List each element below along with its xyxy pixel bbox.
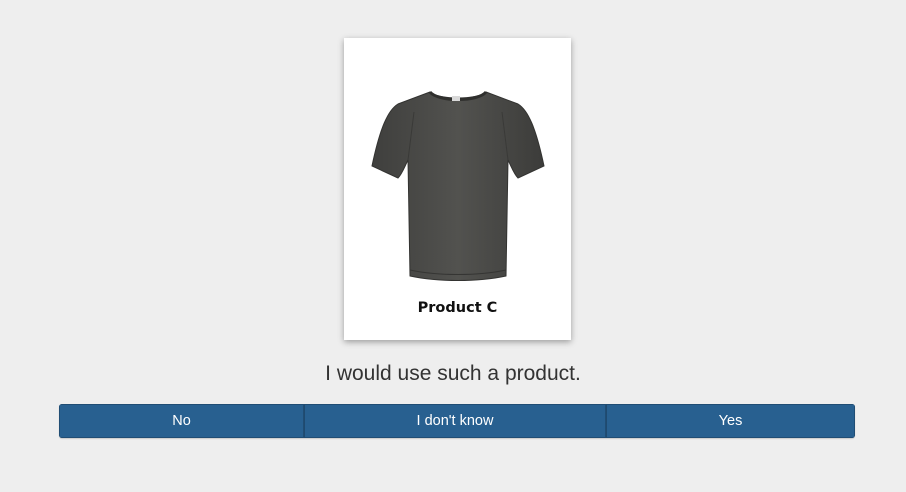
dont-know-button[interactable]: I don't know — [304, 404, 606, 438]
no-button[interactable]: No — [59, 404, 304, 438]
product-label: Product C — [417, 300, 498, 316]
yes-button[interactable]: Yes — [606, 404, 855, 438]
question-text: I would use such a product. — [325, 362, 581, 385]
product-card: Product C — [344, 38, 571, 340]
answer-button-group: No I don't know Yes — [59, 404, 855, 438]
tshirt-image — [371, 90, 545, 281]
